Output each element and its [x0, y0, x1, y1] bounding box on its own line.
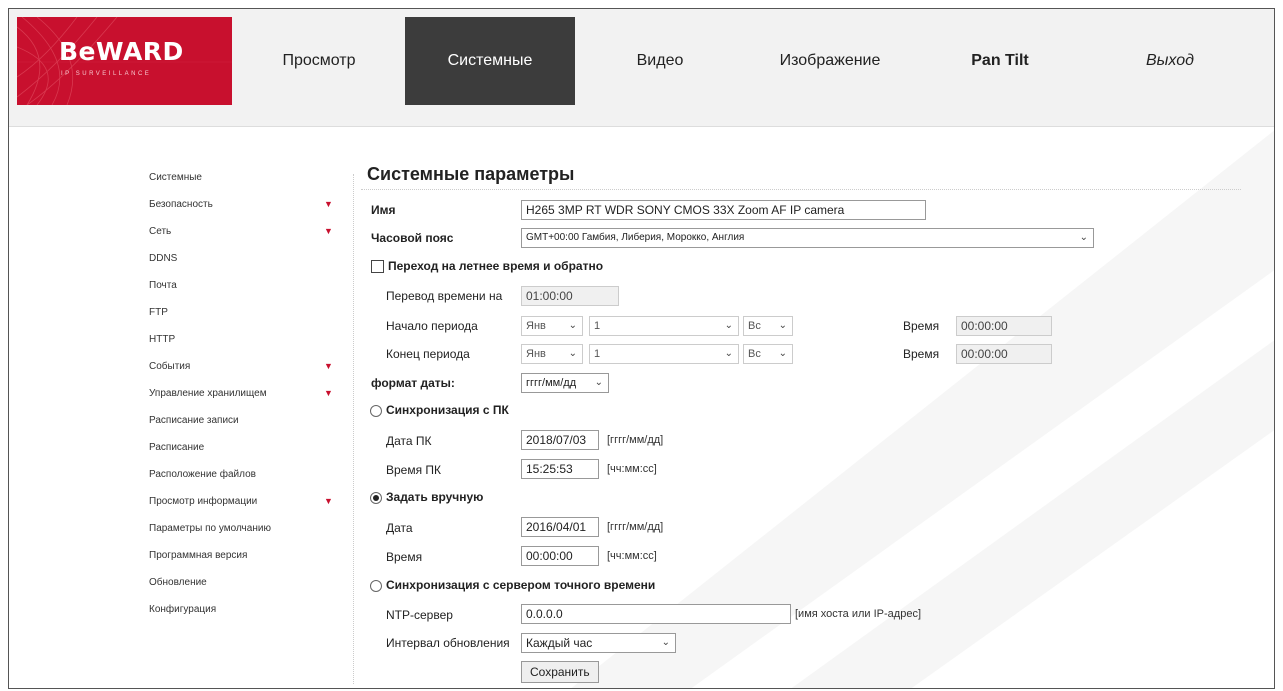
sidebar-item-events[interactable]: События ▼ — [149, 353, 334, 380]
end-week-select[interactable]: 1 ⌄ — [589, 344, 739, 364]
sidebar-item-storage[interactable]: Управление хранилищем ▼ — [149, 380, 334, 407]
date-format-label: формат даты: — [371, 376, 455, 390]
logo-wordmark: BeWARD — [59, 37, 184, 66]
sidebar-item-defaults[interactable]: Параметры по умолчанию — [149, 515, 334, 542]
dst-checkbox[interactable] — [371, 260, 384, 273]
pc-date-input[interactable]: 2018/07/03 — [521, 430, 599, 450]
manual-date-input[interactable]: 2016/04/01 — [521, 517, 599, 537]
expand-arrow-icon: ▼ — [324, 199, 333, 209]
main-panel: Системные параметры — [361, 159, 1261, 190]
timezone-select[interactable]: GMT+00:00 Гамбия, Либерия, Морокко, Англ… — [521, 228, 1094, 248]
chevron-down-icon: ⌄ — [568, 348, 577, 359]
camera-name-input[interactable]: H265 3MP RT WDR SONY CMOS 33X Zoom AF IP… — [521, 200, 926, 220]
nav-view[interactable]: Просмотр — [233, 17, 405, 105]
ntp-server-label: NTP-сервер — [386, 608, 453, 622]
start-month-select[interactable]: Янв ⌄ — [521, 316, 583, 336]
start-day-select[interactable]: Вс ⌄ — [743, 316, 793, 336]
logo-subtitle: IP SURVEILLANCE — [61, 71, 152, 77]
end-time-label: Время — [903, 347, 940, 361]
expand-arrow-icon: ▼ — [324, 361, 333, 371]
chevron-down-icon: ⌄ — [568, 320, 577, 331]
name-label: Имя — [371, 203, 396, 217]
sidebar-item-view-info[interactable]: Просмотр информации ▼ — [149, 488, 334, 515]
start-week-select[interactable]: 1 ⌄ — [589, 316, 739, 336]
dst-label: Переход на летнее время и обратно — [388, 259, 604, 273]
pc-date-label: Дата ПК — [386, 434, 432, 448]
timezone-label: Часовой пояс — [371, 231, 454, 245]
sidebar-item-network[interactable]: Сеть ▼ — [149, 218, 334, 245]
time-shift-label: Перевод времени на — [386, 289, 503, 303]
expand-arrow-icon: ▼ — [324, 496, 333, 506]
sidebar-item-firmware[interactable]: Программная версия — [149, 542, 334, 569]
ntp-server-input[interactable]: 0.0.0.0 — [521, 604, 791, 624]
date-format-select[interactable]: гггг/мм/дд ⌄ — [521, 373, 609, 393]
nav-logout[interactable]: Выход — [1085, 17, 1255, 105]
header-subbar — [9, 109, 1274, 127]
period-start-label: Начало периода — [386, 319, 478, 333]
chevron-down-icon: ⌄ — [594, 377, 603, 388]
main-nav: Просмотр Системные Видео Изображение Pan… — [233, 17, 1255, 105]
end-day-select[interactable]: Вс ⌄ — [743, 344, 793, 364]
interval-select[interactable]: Каждый час ⌄ — [521, 633, 676, 653]
sidebar-item-schedule[interactable]: Расписание — [149, 434, 334, 461]
manual-time-input[interactable]: 00:00:00 — [521, 546, 599, 566]
ntp-radio[interactable] — [370, 580, 382, 592]
start-time-label: Время — [903, 319, 940, 333]
chevron-down-icon: ⌄ — [724, 320, 733, 331]
date-label: Дата — [386, 521, 413, 535]
sidebar-divider — [353, 174, 354, 684]
time-hint: [чч:мм:сс] — [607, 550, 657, 562]
manual-radio[interactable] — [370, 492, 382, 504]
browser-frame: BeWARD IP SURVEILLANCE Просмотр Системны… — [8, 8, 1275, 689]
nav-image[interactable]: Изображение — [745, 17, 915, 105]
expand-arrow-icon: ▼ — [324, 388, 333, 398]
sidebar-item-config[interactable]: Конфигурация — [149, 596, 334, 623]
sidebar-item-ftp[interactable]: FTP — [149, 299, 334, 326]
nav-system[interactable]: Системные — [405, 17, 575, 105]
time-label: Время — [386, 550, 423, 564]
ntp-server-hint: [имя хоста или IP-адрес] — [795, 608, 922, 620]
title-divider — [361, 189, 1241, 190]
expand-arrow-icon: ▼ — [324, 226, 333, 236]
chevron-down-icon: ⌄ — [724, 348, 733, 359]
interval-label: Интервал обновления — [386, 636, 510, 650]
sidebar: Системные Безопасность ▼ Сеть ▼ DDNS Почта… — [149, 164, 334, 623]
sidebar-item-upgrade[interactable]: Обновление — [149, 569, 334, 596]
top-header: BeWARD IP SURVEILLANCE Просмотр Системны… — [9, 9, 1274, 109]
sidebar-item-record-schedule[interactable]: Расписание записи — [149, 407, 334, 434]
ntp-sync-label: Синхронизация с сервером точного времени — [386, 578, 656, 592]
sync-pc-radio[interactable] — [370, 405, 382, 417]
period-end-label: Конец периода — [386, 347, 470, 361]
save-button[interactable]: Сохранить — [521, 661, 599, 683]
nav-pan-tilt[interactable]: Pan Tilt — [915, 17, 1085, 105]
chevron-down-icon: ⌄ — [778, 348, 787, 359]
sync-pc-label: Синхронизация с ПК — [386, 403, 509, 417]
pc-date-hint: [гггг/мм/дд] — [607, 434, 664, 446]
page-title: Системные параметры — [367, 164, 575, 184]
pc-time-input[interactable]: 15:25:53 — [521, 459, 599, 479]
sidebar-item-file-location[interactable]: Расположение файлов — [149, 461, 334, 488]
date-hint: [гггг/мм/дд] — [607, 521, 664, 533]
beward-logo[interactable]: BeWARD IP SURVEILLANCE — [17, 17, 232, 105]
pc-time-label: Время ПК — [386, 463, 442, 477]
time-shift-input[interactable]: 01:00:00 — [521, 286, 619, 306]
sidebar-item-security[interactable]: Безопасность ▼ — [149, 191, 334, 218]
manual-label: Задать вручную — [386, 490, 484, 504]
chevron-down-icon: ⌄ — [778, 320, 787, 331]
sidebar-item-mail[interactable]: Почта — [149, 272, 334, 299]
sidebar-item-ddns[interactable]: DDNS — [149, 245, 334, 272]
sidebar-item-system[interactable]: Системные — [149, 164, 334, 191]
pc-time-hint: [чч:мм:сс] — [607, 463, 657, 475]
nav-video[interactable]: Видео — [575, 17, 745, 105]
sidebar-item-http[interactable]: HTTP — [149, 326, 334, 353]
end-month-select[interactable]: Янв ⌄ — [521, 344, 583, 364]
chevron-down-icon: ⌄ — [1079, 232, 1088, 243]
end-time-input[interactable]: 00:00:00 — [956, 344, 1052, 364]
chevron-down-icon: ⌄ — [661, 637, 670, 648]
start-time-input[interactable]: 00:00:00 — [956, 316, 1052, 336]
